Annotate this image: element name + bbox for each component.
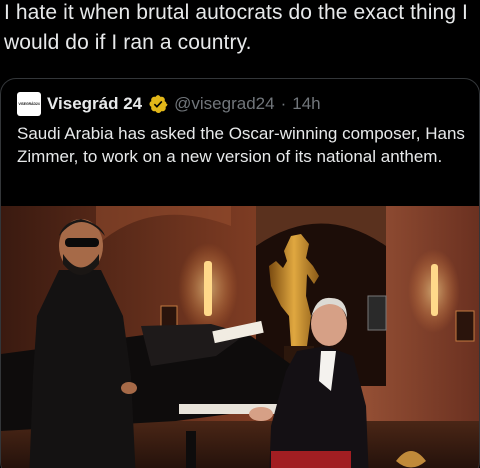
handle[interactable]: @visegrad24 <box>174 94 274 114</box>
wall-sign <box>367 295 387 331</box>
verified-badge-icon <box>149 95 168 113</box>
wall-lamp-right <box>431 264 438 316</box>
wall-lamp-left <box>204 261 212 316</box>
post-photo[interactable] <box>1 206 480 468</box>
display-name[interactable]: Visegrád 24 <box>47 94 142 114</box>
separator: · <box>280 94 287 113</box>
timestamp[interactable]: 14h <box>292 94 320 114</box>
piano-leg <box>186 431 196 468</box>
quoted-post-card[interactable]: VISEGRÁD24 Visegrád 24 @visegrad24 · 14h… <box>0 78 480 468</box>
quoted-post-header: VISEGRÁD24 Visegrád 24 @visegrad24 · 14h <box>17 92 321 116</box>
piano-bench <box>271 451 351 468</box>
man-standing-hand <box>121 382 137 394</box>
candle-lantern-right <box>455 310 475 342</box>
avatar-logo-text: VISEGRÁD24 <box>18 102 40 106</box>
composer-hand <box>249 407 273 421</box>
post-text: I hate it when brutal autocrats do the e… <box>4 1 468 54</box>
avatar[interactable]: VISEGRÁD24 <box>17 92 41 116</box>
quoted-post-text: Saudi Arabia has asked the Oscar-winning… <box>17 124 465 166</box>
sunglasses <box>65 238 99 247</box>
